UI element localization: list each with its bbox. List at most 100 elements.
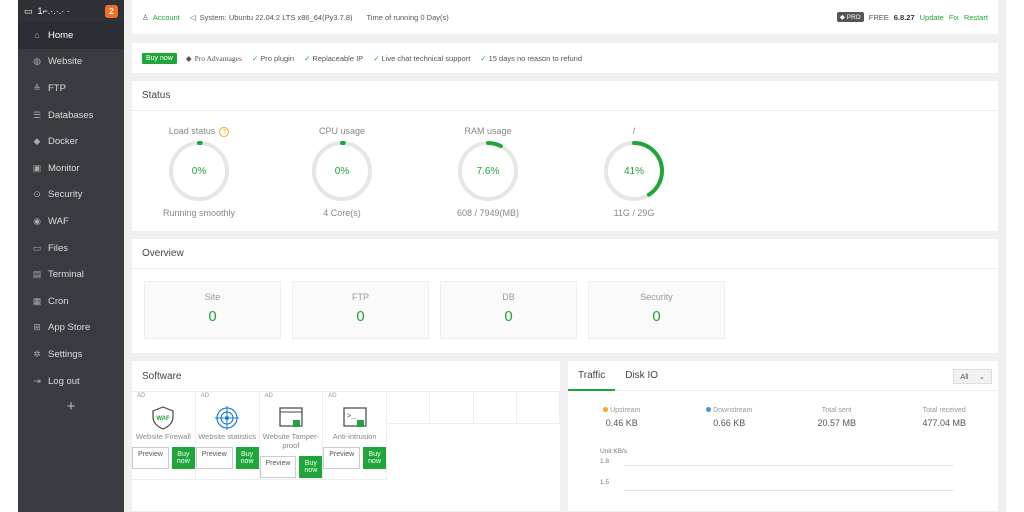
gauge-title-text: RAM usage: [464, 126, 512, 136]
gauge-value: 0%: [192, 166, 207, 177]
grid-icon: ⊞: [33, 322, 41, 333]
folder-icon: ▭: [32, 242, 42, 253]
software-card-empty: [473, 392, 517, 424]
buy-now-button[interactable]: Buy now: [235, 447, 259, 469]
gauge-ring: 0%: [312, 141, 372, 201]
help-icon[interactable]: ?: [219, 127, 230, 137]
gauge-ring: 0%: [169, 141, 229, 201]
gauge-title-text: Load status: [168, 126, 216, 136]
notification-badge[interactable]: 2: [105, 4, 118, 18]
buy-now-button[interactable]: Buy now: [142, 52, 177, 64]
pro-feature: ✓ Live chat technical support: [373, 54, 470, 63]
traffic-select[interactable]: All ⌄: [953, 369, 992, 384]
sidebar-item-home[interactable]: ⌂ Home: [18, 22, 124, 49]
sidebar-item-terminal[interactable]: ▤ Terminal: [18, 261, 124, 288]
traffic-stat: Total sent 20.57 MB: [783, 407, 891, 428]
add-icon[interactable]: +: [18, 394, 124, 415]
pro-feature-label: 15 days no reason to refund: [488, 53, 582, 63]
software-actions: Preview Buy now: [323, 447, 386, 469]
buy-now-button[interactable]: Buy now: [363, 447, 386, 469]
overview-card-value: 0: [208, 308, 217, 325]
traffic-stat: Downstream 0.66 KB: [676, 407, 784, 428]
pro-advantages: Pro Advantages: [194, 53, 242, 63]
pro-feature: ✓ Pro plugin: [252, 54, 294, 63]
logout-icon: ⇥: [33, 375, 41, 386]
preview-button[interactable]: Preview: [195, 447, 233, 469]
overview-card-security[interactable]: Security 0: [588, 281, 725, 339]
ad-label: AD: [200, 393, 210, 399]
sidebar-item-docker[interactable]: ◆ Docker: [18, 128, 124, 155]
buy-now-button[interactable]: Buy now: [299, 456, 323, 478]
check-icon: ✓: [251, 53, 259, 63]
gauge-3[interactable]: / 41% 11G / 29G: [574, 111, 694, 218]
sidebar-item-ftp[interactable]: ≜ FTP: [18, 75, 124, 102]
preview-button[interactable]: Preview: [259, 456, 297, 478]
sidebar-item-log-out[interactable]: ⇥ Log out: [18, 368, 124, 395]
traffic-stat: Total received 477.04 MB: [891, 407, 999, 428]
check-icon: ✓: [304, 53, 311, 63]
overview-card-db[interactable]: DB 0: [440, 281, 577, 339]
sidebar-item-settings[interactable]: ✲ Settings: [18, 341, 124, 368]
monitor-icon: ▣: [32, 162, 42, 173]
sidebar-item-databases[interactable]: ☰ Databases: [18, 102, 124, 129]
sidebar-item-cron[interactable]: ▦ Cron: [18, 288, 124, 315]
chart-unit: Unit:KB/s: [600, 448, 628, 455]
traffic-panel: Traffic Disk IO All ⌄ Upstream 0.46 KB Dow…: [568, 361, 998, 511]
overview-card-value: 0: [504, 308, 513, 325]
sidebar-item-monitor[interactable]: ▣ Monitor: [18, 155, 124, 182]
software-name: Website Firewall: [135, 432, 191, 441]
update-link[interactable]: Update: [920, 13, 944, 22]
traffic-stat: Upstream 0.46 KB: [568, 407, 676, 428]
shield-icon: ⊙: [33, 189, 41, 200]
anti-intrusion-icon: >_: [323, 405, 386, 431]
software-title: Software: [142, 370, 182, 382]
overview-card-value: 0: [356, 308, 365, 325]
gauge-subtitle: 11G / 29G: [613, 208, 655, 218]
gauge-subtitle: 4 Core(s): [323, 208, 361, 218]
overview-card-value: 0: [652, 308, 661, 325]
gauge-2[interactable]: RAM usage 7.6% 608 / 7949(MB): [428, 111, 548, 218]
tab-traffic[interactable]: Traffic: [568, 361, 616, 391]
software-name: Website Tamper-proof: [262, 432, 320, 450]
tab-disk-io[interactable]: Disk IO: [615, 361, 668, 391]
account-link[interactable]: Account: [153, 13, 180, 22]
sidebar-item-files[interactable]: ▭ Files: [18, 235, 124, 262]
sidebar-item-website[interactable]: ◍ Website: [18, 49, 124, 76]
gauge-title-text: /: [632, 126, 636, 136]
status-panel: Status Load status? 0% Running smoothly CPU…: [132, 81, 998, 231]
sidebar-item-label: Monitor: [48, 162, 80, 174]
system-info: Ubuntu 22.04.2 LTS x86_64(Py3.7.8): [228, 12, 353, 22]
preview-button[interactable]: Preview: [132, 447, 169, 469]
buy-now-button[interactable]: Buy now: [171, 447, 195, 469]
version: 6.8.27: [893, 12, 915, 22]
sidebar-item-waf[interactable]: ◉ WAF: [18, 208, 124, 235]
sidebar-item-label: Databases: [48, 109, 94, 121]
traffic-stat-label-text: Downstream: [713, 407, 753, 414]
software-card-empty: [387, 392, 431, 424]
restart-link[interactable]: Restart: [964, 13, 988, 22]
gauge-subtitle: Running smoothly: [162, 208, 236, 218]
preview-button[interactable]: Preview: [323, 447, 361, 469]
server-brand[interactable]: ▭ 1⌐.·.·.· · 2: [18, 0, 124, 22]
diamond-icon: ◆: [839, 14, 845, 21]
sidebar-item-label: WAF: [48, 215, 69, 227]
pro-feature: ✓ Replaceable IP: [304, 54, 363, 63]
diamond-icon: ◆: [185, 53, 192, 63]
traffic-stat-label: Upstream: [568, 407, 676, 414]
sidebar-item-label: Docker: [48, 136, 79, 148]
overview-card-site[interactable]: Site 0: [144, 281, 281, 339]
overview-card-ftp[interactable]: FTP 0: [292, 281, 429, 339]
sidebar-item-app-store[interactable]: ⊞ App Store: [18, 315, 124, 342]
traffic-stat-label-text: Total sent: [821, 407, 852, 414]
sidebar-item-security[interactable]: ⊙ Security: [18, 182, 124, 209]
gauge-0[interactable]: Load status? 0% Running smoothly: [139, 111, 259, 218]
pro-feature-label: Live chat technical support: [381, 53, 471, 63]
gauge-value: 41%: [624, 166, 644, 177]
gauge-title: CPU usage: [282, 123, 402, 139]
pro-badge[interactable]: ◆ PRO: [836, 12, 864, 22]
fix-link[interactable]: Fix: [949, 13, 959, 22]
sidebar: ▭ 1⌐.·.·.· · 2 ⌂ Home ◍ Website ≜ FTP ☰ Databas…: [18, 0, 124, 512]
traffic-stat-label-text: Total received: [922, 407, 966, 414]
gauge-1[interactable]: CPU usage 0% 4 Core(s): [282, 111, 402, 218]
tick-label: 1.8: [600, 458, 610, 465]
